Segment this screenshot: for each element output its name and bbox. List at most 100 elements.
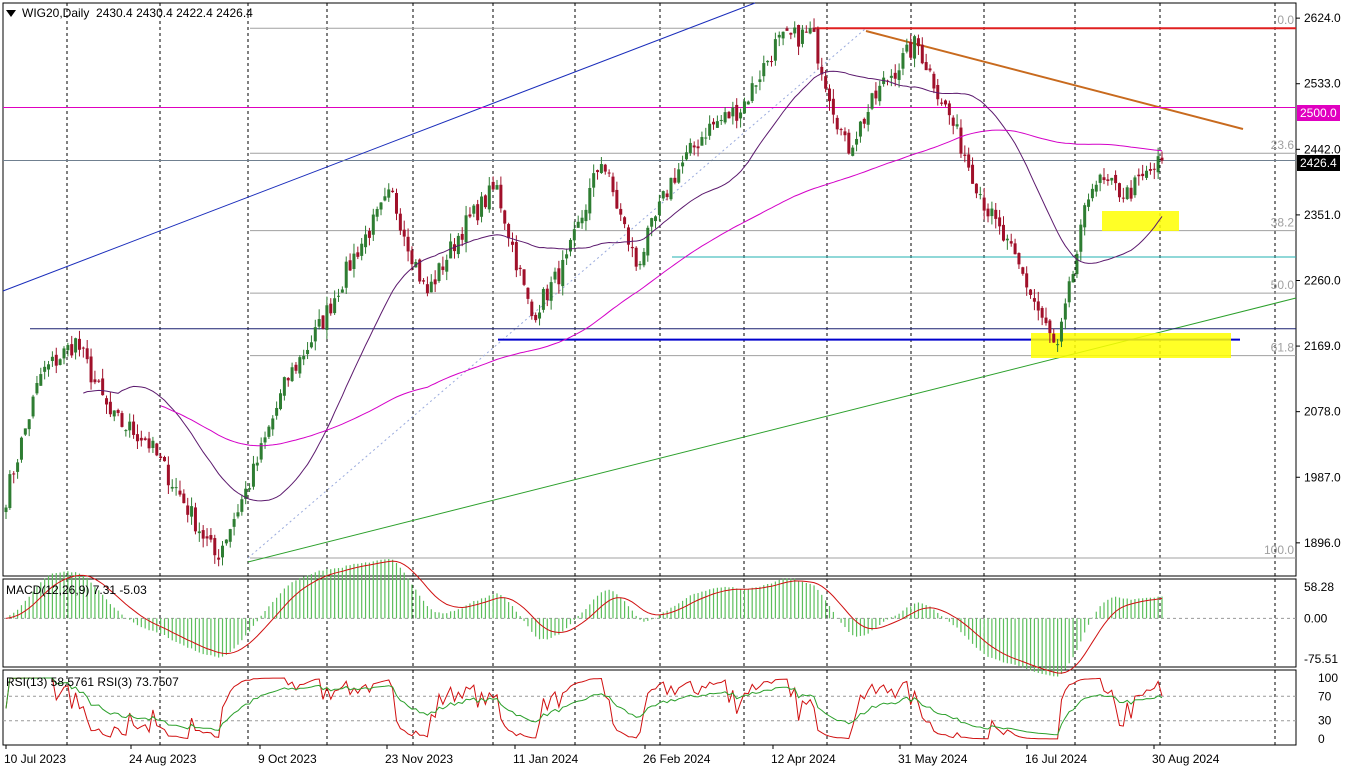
candle-body xyxy=(924,62,928,71)
chart-header: WIG20,Daily 2430.4 2430.4 2422.4 2426.4 xyxy=(6,6,253,20)
candle-body xyxy=(603,164,607,172)
candle-body xyxy=(770,61,774,63)
candle-body xyxy=(190,506,194,517)
candle-body xyxy=(275,407,279,416)
collapse-triangle-icon[interactable] xyxy=(6,10,16,18)
candle-body xyxy=(1001,224,1005,241)
candle-body xyxy=(248,488,252,490)
candle-body xyxy=(978,194,982,196)
candle-body xyxy=(1059,321,1063,342)
candle-body xyxy=(599,164,603,174)
candle-body xyxy=(839,129,843,131)
candle-body xyxy=(971,164,975,184)
candle-body xyxy=(499,184,503,209)
price-axis-label: 2351.0 xyxy=(1304,208,1341,222)
candle-body xyxy=(704,137,708,139)
candle-body xyxy=(773,39,777,61)
candle-body xyxy=(224,539,228,544)
chart-area[interactable]: 2624.0 2533.0 2442.0 2351.0 2260.0 2169.0 2078… xyxy=(0,0,1360,771)
date-axis-label: 12 Apr 2024 xyxy=(771,752,836,766)
price-axis-label: 2260.0 xyxy=(1304,273,1341,287)
candle-body xyxy=(967,154,971,168)
price-axis-label: 2078.0 xyxy=(1304,405,1341,419)
candle-body xyxy=(197,531,201,534)
candle-body xyxy=(781,31,785,39)
candle-body xyxy=(294,364,298,371)
candle-body xyxy=(650,218,654,227)
macd-pane-frame xyxy=(2,578,1297,668)
candle-body xyxy=(267,426,271,437)
candle-body xyxy=(982,197,986,211)
candle-body xyxy=(742,101,746,114)
rsi-axis-label: 30 xyxy=(1318,714,1332,728)
candle-body xyxy=(364,234,368,248)
candle-body xyxy=(766,60,770,63)
candle-body xyxy=(217,557,221,560)
candle-body xyxy=(990,208,994,217)
candle-body xyxy=(483,195,487,208)
rsi-axis-label: 70 xyxy=(1318,689,1332,703)
candle-body xyxy=(441,266,445,271)
candle-body xyxy=(684,152,688,160)
candle-body xyxy=(762,63,766,77)
candle-body xyxy=(630,246,634,249)
candle-body xyxy=(213,538,217,556)
candle-body xyxy=(116,410,120,413)
candle-body xyxy=(951,117,955,126)
date-axis-label: 24 Aug 2023 xyxy=(129,752,197,766)
candle-body xyxy=(159,456,163,459)
candle-body xyxy=(27,419,31,430)
candle-body xyxy=(425,284,429,294)
date-axis-label: 23 Nov 2023 xyxy=(385,752,453,766)
candle-body xyxy=(1133,177,1137,196)
candle-body xyxy=(719,119,723,122)
candle-body xyxy=(959,127,963,154)
candle-body xyxy=(108,401,112,415)
candle-body xyxy=(1137,174,1141,177)
candle-body xyxy=(383,196,387,201)
candle-body xyxy=(700,137,704,146)
candle-body xyxy=(584,209,588,222)
candle-body xyxy=(858,121,862,137)
candle-body xyxy=(731,107,735,117)
candle-body xyxy=(681,162,685,167)
candle-body xyxy=(476,204,480,221)
candle-body xyxy=(619,208,623,215)
candle-body xyxy=(329,303,333,314)
candle-body xyxy=(360,243,364,256)
candle-body xyxy=(893,72,897,79)
candle-body xyxy=(974,183,978,194)
candle-body xyxy=(62,348,66,359)
candle-body xyxy=(93,379,97,383)
ohlc-readout: 2430.4 2430.4 2422.4 2426.4 xyxy=(96,6,253,20)
candle-body xyxy=(654,216,658,222)
candle-body xyxy=(271,418,275,430)
candle-body xyxy=(1005,238,1009,241)
candle-body xyxy=(955,124,959,127)
fib-level-label: 100.0 xyxy=(1264,543,1294,557)
candle-body xyxy=(298,357,302,374)
fib-level-label: 50.0 xyxy=(1271,278,1295,292)
candle-body xyxy=(66,345,70,351)
candle-body xyxy=(986,208,990,217)
candle-body xyxy=(642,251,646,266)
candle-body xyxy=(47,364,51,370)
candle-body xyxy=(336,295,340,297)
candle-body xyxy=(665,193,669,198)
candle-body xyxy=(491,181,495,190)
candle-body xyxy=(1156,156,1160,173)
candle-body xyxy=(824,76,828,89)
candle-body xyxy=(325,305,329,330)
candle-body xyxy=(874,90,878,99)
candle-body xyxy=(514,242,518,271)
candle-body xyxy=(460,233,464,240)
fib-level-label: 23.6 xyxy=(1271,138,1295,152)
fib-level-label: 0.0 xyxy=(1277,13,1294,27)
candle-body xyxy=(878,85,882,102)
candle-body xyxy=(1013,243,1017,255)
candle-body xyxy=(576,221,580,228)
candle-body xyxy=(828,88,832,102)
date-axis-label: 10 Jul 2023 xyxy=(4,752,66,766)
price-axis-label: 2624.0 xyxy=(1304,11,1341,25)
price-axis-label: 2533.0 xyxy=(1304,77,1341,91)
